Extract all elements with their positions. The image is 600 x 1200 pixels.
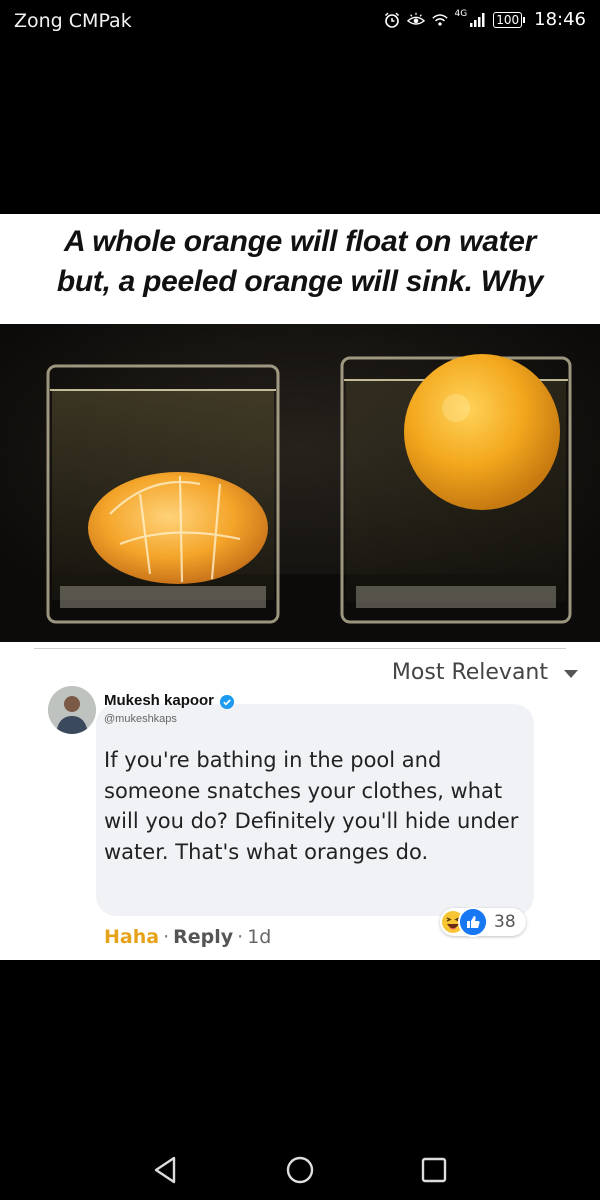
headline-line-1: A whole orange will float on water <box>63 225 537 258</box>
like-reaction-icon <box>458 907 488 937</box>
status-icons: 4G 100 18:46 <box>383 9 586 30</box>
alarm-icon <box>384 12 399 28</box>
reaction-summary[interactable]: 38 <box>440 907 526 937</box>
battery-icon: 100 <box>493 11 526 28</box>
verified-badge-icon <box>220 695 234 709</box>
home-icon[interactable] <box>280 1150 320 1190</box>
reaction-count: 38 <box>494 912 516 932</box>
separator: · <box>237 926 244 948</box>
haha-action[interactable]: Haha <box>104 926 159 948</box>
wifi-icon <box>431 13 448 26</box>
avatar-image <box>48 686 96 734</box>
comment-handle: @mukeshkaps <box>104 713 177 725</box>
comment-text: If you're bathing in the pool and someon… <box>104 748 519 864</box>
post-photo[interactable] <box>0 324 600 642</box>
post-card: A whole orange will float on water but, … <box>0 214 600 960</box>
status-bar: Zong CMPak 4G 100 18:46 <box>0 0 600 44</box>
signal-icon <box>470 12 485 27</box>
comment-author[interactable]: Mukesh kapoor <box>104 692 214 709</box>
separator: · <box>163 926 170 948</box>
glass-whole-orange <box>340 354 572 624</box>
comment-actions: Haha · Reply · 1d <box>104 926 271 948</box>
avatar[interactable] <box>48 686 96 734</box>
back-icon[interactable] <box>146 1150 186 1190</box>
recent-apps-icon[interactable] <box>414 1150 454 1190</box>
post-headline: A whole orange will float on water but, … <box>0 222 600 302</box>
sort-dropdown[interactable]: Most Relevant <box>392 660 548 685</box>
network-type: 4G <box>454 8 468 19</box>
eye-comfort-icon <box>406 12 425 25</box>
glass-peeled-orange <box>46 364 280 624</box>
chevron-down-icon[interactable] <box>564 670 578 678</box>
navigation-bar <box>0 1140 600 1200</box>
comment-time: 1d <box>247 926 272 948</box>
clock: 18:46 <box>534 9 586 30</box>
reply-button[interactable]: Reply <box>173 926 233 948</box>
divider <box>34 648 566 649</box>
carrier-name: Zong CMPak <box>14 10 132 32</box>
headline-line-2: but, a peeled orange will sink. Why <box>56 265 544 298</box>
